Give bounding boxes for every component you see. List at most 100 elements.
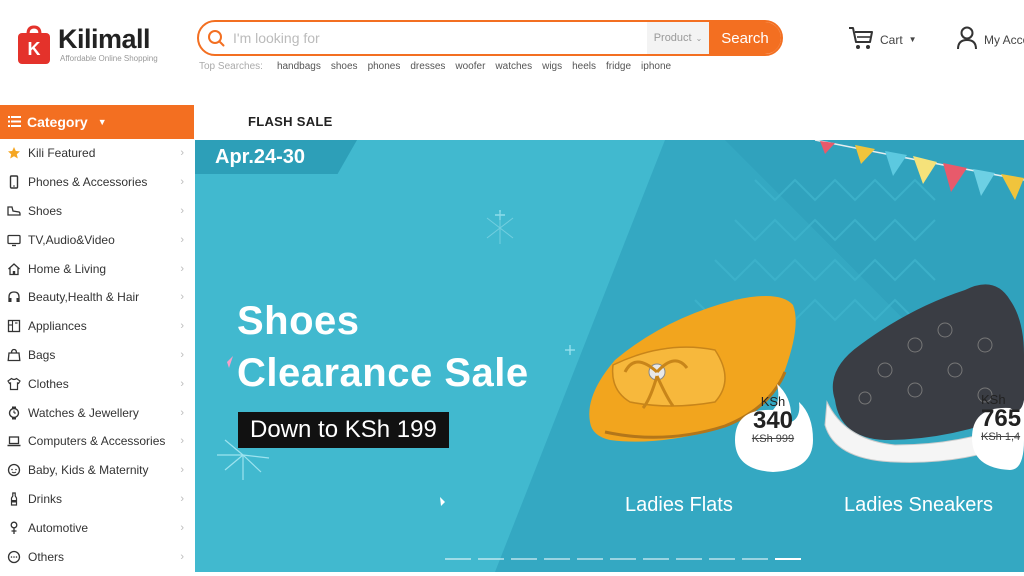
- search-input[interactable]: [233, 22, 647, 54]
- chevron-right-icon: ›: [180, 204, 184, 217]
- category-label: Appliances: [28, 319, 87, 334]
- chevron-down-icon: ⌄: [695, 33, 703, 43]
- category-item-beauty[interactable]: Beauty,Health & Hair ›: [0, 283, 194, 312]
- promo-banner[interactable]: Apr.24-30 Shoes Clearance Sale Down to K…: [195, 140, 1024, 572]
- category-item-clothes[interactable]: Clothes ›: [0, 369, 194, 398]
- search-bar: Product ⌄ Search: [197, 20, 783, 56]
- top-search-link[interactable]: shoes: [331, 61, 358, 72]
- page: K Kilimall Affordable Online Shopping Pr…: [0, 0, 1024, 576]
- top-search-link[interactable]: heels: [572, 61, 596, 72]
- home-icon: [7, 262, 21, 276]
- top-search-link[interactable]: handbags: [277, 61, 321, 72]
- price-tag-flats: KSh 340 KSh 999: [743, 394, 803, 445]
- account-button[interactable]: My Account: [956, 26, 1024, 53]
- carousel-dot[interactable]: [643, 558, 669, 560]
- category-label: Baby, Kids & Maternity: [28, 463, 149, 478]
- carousel-dot[interactable]: [709, 558, 735, 560]
- top-search-link[interactable]: wigs: [542, 61, 562, 72]
- chevron-right-icon: ›: [180, 464, 184, 477]
- caret-down-icon: ▼: [97, 117, 107, 127]
- carousel-dot[interactable]: [544, 558, 570, 560]
- search-type-select[interactable]: Product ⌄: [647, 22, 709, 54]
- category-label: Kili Featured: [28, 146, 96, 161]
- chevron-right-icon: ›: [180, 291, 184, 304]
- category-item-shoes[interactable]: Shoes ›: [0, 197, 194, 226]
- logo-tagline: Affordable Online Shopping: [60, 54, 158, 63]
- category-item-appliances[interactable]: Appliances ›: [0, 312, 194, 341]
- tv-icon: [7, 233, 21, 247]
- category-item-computers[interactable]: Computers & Accessories ›: [0, 427, 194, 456]
- appliance-icon: [7, 319, 21, 333]
- category-item-others[interactable]: Others ›: [0, 542, 194, 571]
- star-icon: [7, 146, 21, 160]
- product-label-sneakers[interactable]: Ladies Sneakers: [844, 494, 993, 517]
- category-item-kili-featured[interactable]: Kili Featured ›: [0, 139, 194, 168]
- carousel-dot[interactable]: [478, 558, 504, 560]
- top-search-link[interactable]: watches: [495, 61, 532, 72]
- category-label: Others: [28, 549, 65, 564]
- date-badge: Apr.24-30: [195, 140, 357, 174]
- phone-icon: [7, 175, 21, 189]
- carousel-dots: [445, 558, 801, 560]
- price-tag-sneakers: KSh 765 KSh 1,4: [981, 392, 1024, 443]
- chevron-right-icon: ›: [180, 320, 184, 333]
- top-search-link[interactable]: woofer: [455, 61, 485, 72]
- chevron-right-icon: ›: [180, 377, 184, 390]
- bag-icon: [7, 348, 21, 362]
- top-searches-title: Top Searches:: [199, 61, 263, 72]
- account-label: My Account: [984, 32, 1024, 47]
- category-label: Clothes: [28, 376, 69, 391]
- top-search-link[interactable]: iphone: [641, 61, 671, 72]
- category-item-watches[interactable]: Watches & Jewellery ›: [0, 398, 194, 427]
- headline-line1: Shoes: [237, 299, 360, 343]
- category-item-automotive[interactable]: Automotive ›: [0, 513, 194, 542]
- logo-bag-icon: K: [18, 24, 50, 64]
- category-item-phones[interactable]: Phones & Accessories ›: [0, 168, 194, 197]
- caret-down-icon: ▼: [908, 35, 917, 44]
- carousel-dot[interactable]: [676, 558, 702, 560]
- carousel-dot[interactable]: [511, 558, 537, 560]
- chevron-right-icon: ›: [180, 492, 184, 505]
- carousel-dot[interactable]: [742, 558, 768, 560]
- baby-icon: [7, 463, 21, 477]
- laptop-icon: [7, 434, 21, 448]
- carousel-dot[interactable]: [610, 558, 636, 560]
- carousel-dot[interactable]: [577, 558, 603, 560]
- category-item-drinks[interactable]: Drinks ›: [0, 485, 194, 514]
- carousel-dot[interactable]: [445, 558, 471, 560]
- category-label: Phones & Accessories: [28, 175, 148, 190]
- category-item-bags[interactable]: Bags ›: [0, 341, 194, 370]
- more-icon: [7, 550, 21, 564]
- menu-icon: [8, 114, 21, 130]
- beauty-icon: [7, 290, 21, 304]
- price-value: 765: [981, 405, 1022, 432]
- category-label: Home & Living: [28, 261, 107, 276]
- user-icon: [956, 26, 978, 53]
- category-header[interactable]: Category ▼: [0, 105, 194, 139]
- banner-headline: Shoes Clearance Sale: [237, 295, 529, 399]
- category-item-home[interactable]: Home & Living ›: [0, 254, 194, 283]
- cart-button[interactable]: Cart ▼: [848, 26, 917, 53]
- search-button[interactable]: Search: [709, 22, 781, 54]
- bottle-icon: [7, 492, 21, 506]
- chevron-right-icon: ›: [180, 348, 184, 361]
- top-search-link[interactable]: phones: [368, 61, 401, 72]
- category-item-tv[interactable]: TV,Audio&Video ›: [0, 225, 194, 254]
- watch-icon: [7, 406, 21, 420]
- top-search-link[interactable]: fridge: [606, 61, 631, 72]
- logo[interactable]: K Kilimall Affordable Online Shopping: [18, 24, 158, 64]
- price-value: 340: [752, 407, 794, 434]
- old-price: KSh 1,4: [981, 431, 1021, 443]
- carousel-dot-active[interactable]: [775, 558, 801, 560]
- category-label: Shoes: [28, 203, 63, 218]
- old-price: KSh 999: [751, 433, 795, 445]
- logo-name: Kilimall: [58, 24, 151, 54]
- category-label: Automotive: [28, 520, 89, 535]
- chevron-right-icon: ›: [180, 521, 184, 534]
- product-label-flats[interactable]: Ladies Flats: [625, 494, 733, 517]
- top-search-link[interactable]: dresses: [410, 61, 445, 72]
- category-item-baby[interactable]: Baby, Kids & Maternity ›: [0, 456, 194, 485]
- down-to-badge: Down to KSh 199: [238, 412, 449, 448]
- flash-sale-link[interactable]: FLASH SALE: [248, 114, 333, 129]
- header: K Kilimall Affordable Online Shopping Pr…: [0, 0, 1024, 100]
